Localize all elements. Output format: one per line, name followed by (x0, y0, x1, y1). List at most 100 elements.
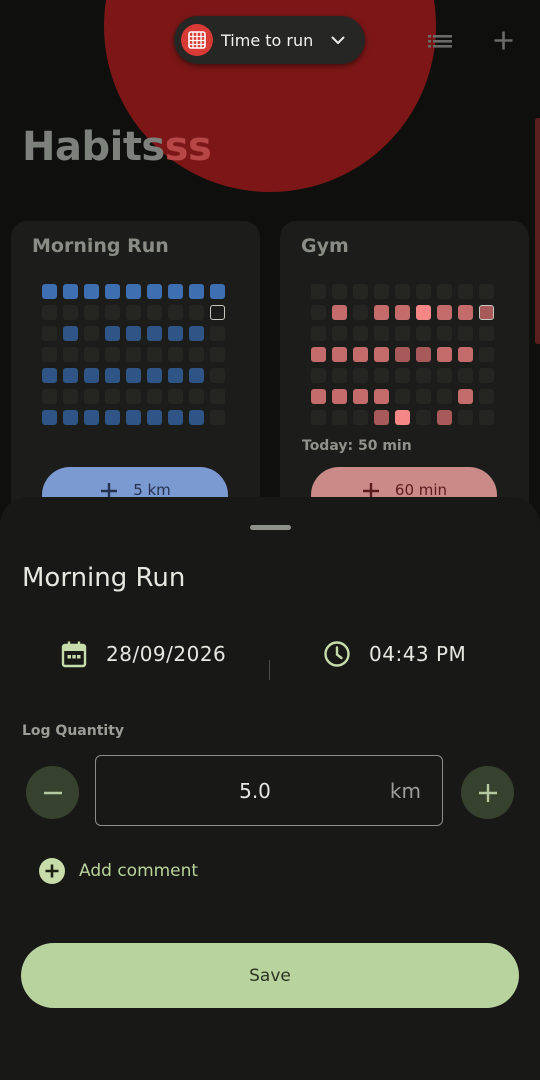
heatmap-cell-empty (189, 347, 204, 362)
chevron-down-icon (331, 36, 345, 45)
heatmap-cell-filled (63, 410, 78, 425)
add-comment-button[interactable]: Add comment (39, 858, 198, 884)
heatmap-cell-empty (374, 284, 389, 299)
heatmap-cell-empty (311, 326, 326, 341)
heatmap-cell-today (479, 305, 494, 320)
heatmap-cell-empty (332, 368, 347, 383)
heatmap-cell-filled (416, 305, 431, 320)
heatmap-cell-empty (168, 389, 183, 404)
drag-handle[interactable] (250, 525, 291, 530)
heatmap-cell-empty (189, 305, 204, 320)
heatmap-cell-empty (437, 368, 452, 383)
quantity-section-label: Log Quantity (22, 723, 125, 739)
date-picker[interactable]: 28/09/2026 (61, 640, 226, 668)
heatmap-cell-filled (42, 368, 57, 383)
heatmap-cell-filled (147, 368, 162, 383)
quantity-input[interactable]: 5.0 km (95, 755, 443, 826)
heatmap-cell-filled (374, 389, 389, 404)
heatmap-cell-filled (147, 284, 162, 299)
heatmap-cell-filled (126, 410, 141, 425)
today-value: 50 min (357, 438, 412, 454)
heatmap-cell-filled (437, 410, 452, 425)
notification-pill[interactable]: Time to run (174, 16, 365, 64)
heatmap-cell-empty (105, 305, 120, 320)
heatmap-cell-filled (105, 326, 120, 341)
heatmap-cell-empty (210, 368, 225, 383)
decrement-button[interactable] (26, 766, 79, 819)
habit-heatmap (42, 284, 225, 425)
habit-heatmap (311, 284, 494, 425)
heatmap-cell-empty (168, 347, 183, 362)
heatmap-cell-empty (189, 389, 204, 404)
heatmap-cell-empty (210, 326, 225, 341)
heatmap-cell-filled (147, 410, 162, 425)
heatmap-cell-filled (374, 305, 389, 320)
heatmap-cell-filled (126, 284, 141, 299)
heatmap-cell-empty (105, 347, 120, 362)
heatmap-cell-filled (189, 410, 204, 425)
save-button[interactable]: Save (21, 943, 519, 1008)
heatmap-cell-filled (84, 284, 99, 299)
time-picker[interactable]: 04:43 PM (323, 640, 466, 668)
heatmap-cell-filled (42, 284, 57, 299)
heatmap-cell-empty (84, 389, 99, 404)
heatmap-cell-filled (42, 410, 57, 425)
heatmap-cell-empty (332, 284, 347, 299)
heatmap-cell-filled (147, 326, 162, 341)
page-title-main: Habits (22, 124, 165, 170)
heatmap-cell-empty (63, 389, 78, 404)
heatmap-cell-empty (126, 347, 141, 362)
heatmap-cell-empty (353, 410, 368, 425)
heatmap-cell-empty (311, 284, 326, 299)
heatmap-cell-empty (63, 305, 78, 320)
heatmap-cell-filled (458, 305, 473, 320)
heatmap-cell-filled (437, 347, 452, 362)
habit-card-title: Morning Run (32, 235, 169, 257)
add-comment-label: Add comment (79, 861, 199, 881)
clock-icon (323, 640, 351, 668)
habit-card-gym[interactable]: Gym Today: 50 min 60 min (280, 221, 529, 541)
heatmap-cell-filled (374, 347, 389, 362)
habit-card-morning-run[interactable]: Morning Run 5 km (11, 221, 260, 541)
heatmap-cell-empty (479, 410, 494, 425)
add-habit-plus-icon[interactable] (491, 28, 516, 57)
heatmap-cell-empty (416, 326, 431, 341)
heatmap-cell-empty (353, 305, 368, 320)
plus-icon (478, 783, 498, 803)
today-summary: Today: 50 min (302, 438, 412, 454)
heatmap-cell-filled (168, 410, 183, 425)
increment-button[interactable] (461, 766, 514, 819)
heatmap-cell-empty (147, 389, 162, 404)
heatmap-cell-empty (210, 389, 225, 404)
edge-indicator (535, 118, 540, 344)
heatmap-cell-empty (147, 305, 162, 320)
heatmap-cell-empty (42, 305, 57, 320)
heatmap-cell-filled (416, 347, 431, 362)
heatmap-cell-filled (458, 347, 473, 362)
heatmap-cell-filled (437, 305, 452, 320)
log-bottom-sheet: Morning Run 28/09/2026 04:43 PM Log Quan… (0, 497, 540, 1080)
heatmap-cell-empty (126, 305, 141, 320)
heatmap-cell-filled (105, 368, 120, 383)
quantity-value: 5.0 (239, 779, 271, 803)
minus-icon (43, 783, 63, 803)
heatmap-cell-filled (168, 284, 183, 299)
heatmap-cell-filled (168, 326, 183, 341)
heatmap-cell-filled (332, 389, 347, 404)
calendar-icon (61, 640, 87, 668)
heatmap-cell-empty (479, 368, 494, 383)
heatmap-cell-filled (84, 410, 99, 425)
heatmap-cell-empty (437, 284, 452, 299)
page-title: Habitsss (22, 124, 212, 170)
heatmap-cell-empty (395, 284, 410, 299)
heatmap-cell-filled (332, 305, 347, 320)
heatmap-cell-empty (42, 347, 57, 362)
heatmap-cell-filled (126, 326, 141, 341)
heatmap-cell-filled (63, 368, 78, 383)
heatmap-cell-empty (395, 389, 410, 404)
heatmap-cell-empty (374, 368, 389, 383)
heatmap-cell-empty (395, 368, 410, 383)
list-icon[interactable] (428, 28, 453, 57)
heatmap-cell-empty (84, 347, 99, 362)
heatmap-cell-empty (311, 410, 326, 425)
